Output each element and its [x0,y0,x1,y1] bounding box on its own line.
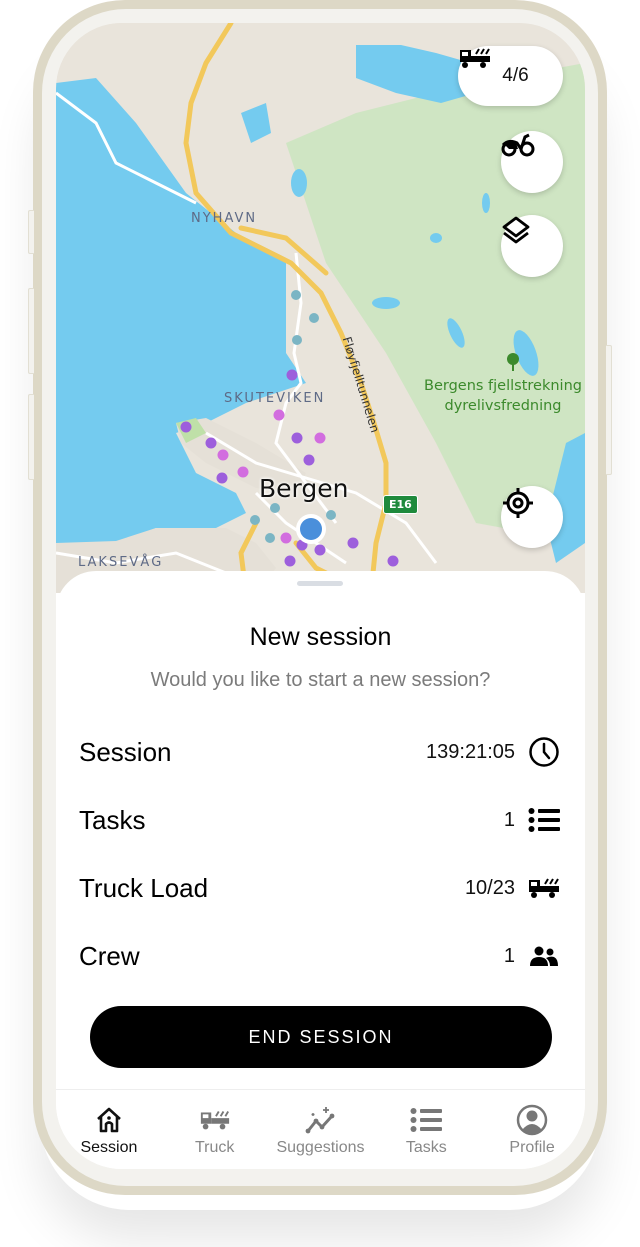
stat-label: Session [79,736,172,767]
sparkle-chart-icon [304,1104,336,1136]
tab-profile[interactable]: Profile [479,1090,585,1169]
stat-label: Truck Load [79,872,209,903]
session-bottom-sheet: New session Would you like to start a ne… [56,571,585,1091]
map-view[interactable]: NYHAVN SKUTEVIKEN LAKSEVÅG Bergen Fløyfj… [56,23,585,593]
home-icon [93,1104,125,1136]
tab-suggestions[interactable]: Suggestions [268,1090,374,1169]
truck-count: 4/6 [502,65,529,86]
layers-button[interactable] [501,215,563,277]
truck-icon [527,871,561,905]
stat-row-crew: Crew 1 [79,936,561,976]
map-label-park: Bergens fjellstrekning dyrelivsfredning [418,376,585,416]
stat-label: Tasks [79,804,146,835]
stat-label: Crew [79,940,140,971]
map-label-skuteviken: SKUTEVIKEN [224,391,326,406]
tab-truck[interactable]: Truck [162,1090,268,1169]
map-label-laksevag: LAKSEVÅG [78,555,164,570]
sheet-drag-handle[interactable] [297,581,343,586]
tab-tasks[interactable]: Tasks [373,1090,479,1169]
tab-label: Tasks [405,1139,447,1156]
road-shield-e16: E16 [383,495,418,514]
mute-switch [28,210,34,254]
tab-label: Profile [509,1139,555,1156]
tab-label: Truck [194,1139,235,1156]
park-label-line1: Bergens fjellstrekning [424,378,582,394]
bike-mode-button[interactable] [501,131,563,193]
volume-down-button [28,394,34,480]
bottom-tab-bar: Session Truck Suggestions Tasks Profile [56,1089,585,1169]
stat-value: 1 [503,808,515,831]
sheet-subtitle: Would you like to start a new session? [150,669,491,691]
park-label-line2: dyrelivsfredning [444,398,562,414]
power-button [606,345,612,475]
locate-me-button[interactable] [501,486,563,548]
sheet-title: New session [249,623,392,651]
map-label-nyhavn: NYHAVN [191,211,258,226]
stat-value: 10/23 [464,876,515,899]
end-session-button[interactable]: END SESSION [90,1006,552,1068]
list-icon [410,1104,443,1136]
volume-up-button [28,288,34,374]
stat-value: 1 [503,944,515,967]
stat-row-truck-load: Truck Load 10/23 [79,868,561,908]
stat-row-session: Session 139:21:05 [79,732,561,772]
map-label-city: Bergen [259,474,349,503]
truck-icon [199,1104,231,1136]
tab-label: Suggestions [276,1139,365,1156]
clock-icon [527,735,561,769]
tab-label: Session [80,1139,138,1156]
truck-counter-button[interactable]: 4/6 [458,46,563,106]
list-icon [527,803,561,837]
profile-icon [516,1104,548,1136]
stat-row-tasks: Tasks 1 [79,800,561,840]
app-screen: NYHAVN SKUTEVIKEN LAKSEVÅG Bergen Fløyfj… [56,23,585,1169]
stat-value: 139:21:05 [426,740,515,763]
people-icon [527,939,561,973]
tab-session[interactable]: Session [56,1090,162,1169]
